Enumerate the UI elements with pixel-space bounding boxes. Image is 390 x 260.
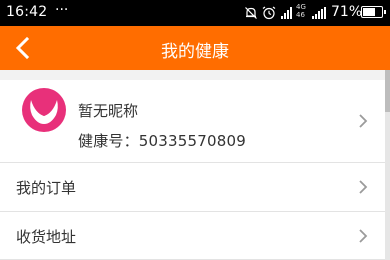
page-title: 我的健康 xyxy=(161,42,229,62)
default-avatar-icon xyxy=(30,100,58,124)
network-type-icon: 4G 46 xyxy=(296,3,306,19)
battery-percent: 71% xyxy=(331,4,363,20)
avatar[interactable] xyxy=(22,88,66,132)
menu-item-orders[interactable]: 我的订单 xyxy=(0,163,390,211)
chevron-right-icon xyxy=(359,114,368,128)
chevron-right-icon xyxy=(359,180,368,194)
health-number: 健康号：50335570809 xyxy=(78,132,246,150)
menu-item-address[interactable]: 收货地址 xyxy=(0,212,390,260)
nickname: 暂无昵称 xyxy=(78,102,139,120)
signal-icon-2 xyxy=(312,7,326,19)
scrollbar[interactable] xyxy=(385,70,390,260)
battery-icon xyxy=(361,6,386,18)
profile-card[interactable]: 暂无昵称 健康号：50335570809 xyxy=(0,80,390,162)
bell-muted-icon xyxy=(245,7,257,19)
alarm-clock-icon xyxy=(262,6,276,20)
status-bar: 16:42 ··· 4G 46 71% xyxy=(0,0,390,26)
signal-icon xyxy=(281,7,292,19)
menu-item-label: 收货地址 xyxy=(16,228,77,246)
chevron-right-icon xyxy=(359,229,368,243)
menu-item-label: 我的订单 xyxy=(16,179,77,197)
nav-bar: 我的健康 xyxy=(0,26,390,70)
scrollbar-thumb[interactable] xyxy=(385,70,390,112)
status-time: 16:42 xyxy=(6,4,48,20)
more-notifications-icon: ··· xyxy=(55,2,69,18)
